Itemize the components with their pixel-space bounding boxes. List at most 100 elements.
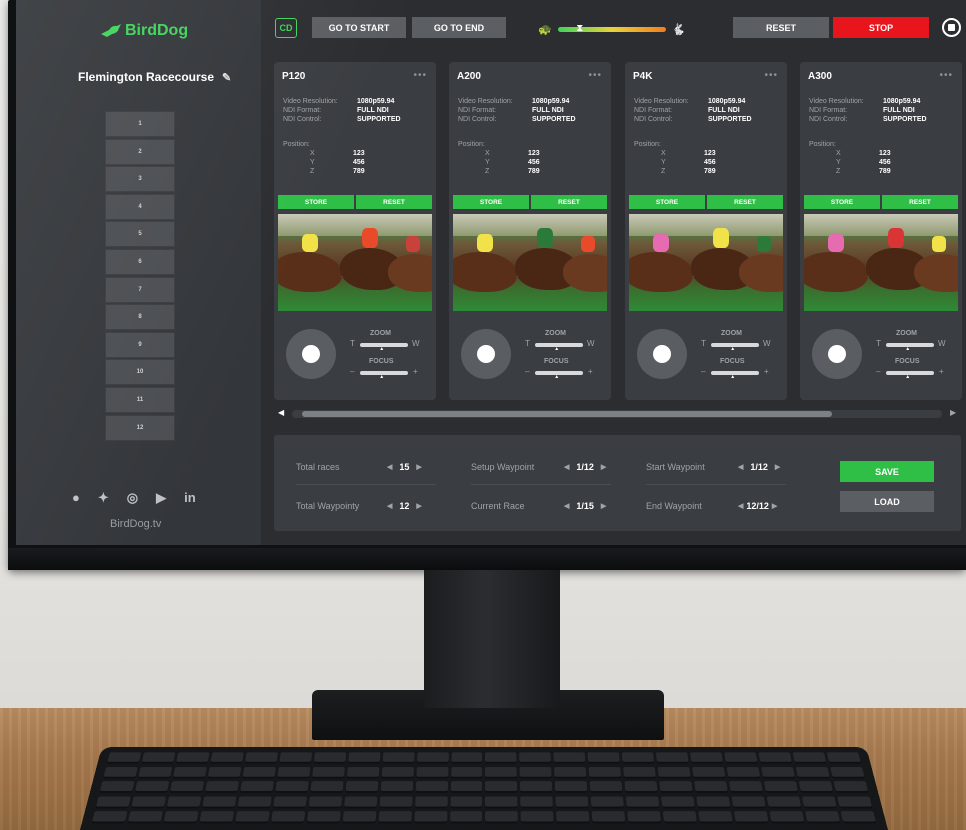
website-link[interactable]: BirdDog.tv xyxy=(110,518,161,530)
more-options-icon[interactable]: ••• xyxy=(413,70,427,81)
pan-tilt-joystick[interactable] xyxy=(461,329,511,379)
start-waypoint-stepper[interactable]: ◀ 1/12 ▶ xyxy=(738,462,780,472)
camera-preview[interactable] xyxy=(453,214,607,311)
preset-button[interactable]: 5 xyxy=(105,221,175,248)
decrement-arrow-icon[interactable]: ◀ xyxy=(738,463,743,471)
preview-jockey xyxy=(362,228,378,248)
focus-plus-label[interactable]: + xyxy=(764,367,769,376)
zoom-slider[interactable] xyxy=(360,343,408,352)
focus-slider[interactable] xyxy=(535,371,583,380)
decrement-arrow-icon[interactable]: ◀ xyxy=(564,502,569,510)
reset-button[interactable]: RESET xyxy=(733,17,829,38)
keyboard-key xyxy=(726,766,761,779)
preset-button[interactable]: 12 xyxy=(105,414,175,441)
keyboard-key xyxy=(234,811,270,824)
focus-minus-label[interactable]: – xyxy=(876,367,880,376)
scrollbar-thumb[interactable] xyxy=(302,411,832,417)
preset-button[interactable]: 4 xyxy=(105,193,175,220)
focus-minus-label[interactable]: – xyxy=(350,367,354,376)
youtube-icon[interactable]: ▶ xyxy=(156,490,166,506)
total-waypoints-stepper[interactable]: ◀ 12 ▶ xyxy=(387,501,422,511)
current-race-stepper[interactable]: ◀ 1/15 ▶ xyxy=(564,501,606,511)
instagram-icon[interactable]: ◎ xyxy=(127,490,138,506)
more-options-icon[interactable]: ••• xyxy=(939,70,953,81)
zoom-slider[interactable] xyxy=(711,343,759,352)
save-button[interactable]: SAVE xyxy=(840,461,934,482)
preview-jockey xyxy=(828,234,844,252)
preview-horse xyxy=(739,254,783,292)
edit-pencil-icon[interactable]: ✎ xyxy=(222,71,231,84)
increment-arrow-icon[interactable]: ▶ xyxy=(601,463,606,471)
store-button[interactable]: STORE xyxy=(278,195,354,209)
end-waypoint-stepper[interactable]: ◀ 12/12 ▶ xyxy=(738,501,777,511)
preset-button[interactable]: 6 xyxy=(105,248,175,275)
reset-position-button[interactable]: RESET xyxy=(882,195,958,209)
preset-button[interactable]: 8 xyxy=(105,304,175,331)
stop-button[interactable]: STOP xyxy=(833,17,929,38)
keyboard-key xyxy=(485,781,518,794)
scroll-right-arrow[interactable]: ▶ xyxy=(950,408,956,417)
pan-tilt-joystick[interactable] xyxy=(286,329,336,379)
camera-preview[interactable] xyxy=(278,214,432,311)
setup-waypoint-stepper[interactable]: ◀ 1/12 ▶ xyxy=(564,462,606,472)
ndi-control-value: SUPPORTED xyxy=(708,116,752,123)
reset-position-button[interactable]: RESET xyxy=(707,195,783,209)
x-value: 123 xyxy=(704,150,716,157)
setup-waypoint-label: Setup Waypoint xyxy=(471,462,535,472)
preset-button[interactable]: 1 xyxy=(105,111,175,137)
reset-position-button[interactable]: RESET xyxy=(356,195,432,209)
increment-arrow-icon[interactable]: ▶ xyxy=(416,502,421,510)
pan-tilt-joystick[interactable] xyxy=(637,329,687,379)
speed-handle[interactable]: ⧗ xyxy=(576,22,583,37)
stop-record-icon[interactable] xyxy=(942,18,961,37)
scroll-left-arrow[interactable]: ◀ xyxy=(278,408,284,417)
pan-tilt-joystick[interactable] xyxy=(812,329,862,379)
speed-slider[interactable]: 🐢 ⧗ 🐇 xyxy=(538,22,698,36)
focus-plus-label[interactable]: + xyxy=(588,367,593,376)
focus-plus-label[interactable]: + xyxy=(413,367,418,376)
focus-slider[interactable] xyxy=(360,371,408,380)
camera-preview[interactable] xyxy=(629,214,783,311)
zoom-slider[interactable] xyxy=(535,343,583,352)
preset-button[interactable]: 11 xyxy=(105,386,175,413)
focus-slider[interactable] xyxy=(711,371,759,380)
decrement-arrow-icon[interactable]: ◀ xyxy=(738,502,743,510)
preset-button[interactable]: 10 xyxy=(105,359,175,386)
preset-button[interactable]: 9 xyxy=(105,331,175,358)
birddog-logo[interactable]: BirdDog xyxy=(100,22,188,40)
focus-plus-label[interactable]: + xyxy=(939,367,944,376)
speed-track[interactable]: ⧗ xyxy=(557,23,666,34)
decrement-arrow-icon[interactable]: ◀ xyxy=(564,463,569,471)
focus-minus-label[interactable]: – xyxy=(701,367,705,376)
preset-button[interactable]: 3 xyxy=(105,166,175,193)
more-options-icon[interactable]: ••• xyxy=(588,70,602,81)
go-to-end-button[interactable]: GO TO END xyxy=(412,17,506,38)
total-races-stepper[interactable]: ◀ 15 ▶ xyxy=(387,462,422,472)
focus-slider[interactable] xyxy=(886,371,934,380)
increment-arrow-icon[interactable]: ▶ xyxy=(416,463,421,471)
camera-preview[interactable] xyxy=(804,214,958,311)
twitter-icon[interactable]: ✦ xyxy=(98,490,109,506)
store-button[interactable]: STORE xyxy=(453,195,529,209)
increment-arrow-icon[interactable]: ▶ xyxy=(601,502,606,510)
more-options-icon[interactable]: ••• xyxy=(764,70,778,81)
store-button[interactable]: STORE xyxy=(629,195,705,209)
go-to-start-button[interactable]: GO TO START xyxy=(312,17,406,38)
load-button[interactable]: LOAD xyxy=(840,491,934,512)
focus-minus-label[interactable]: – xyxy=(525,367,529,376)
linkedin-icon[interactable]: in xyxy=(184,490,196,506)
preset-button[interactable]: 2 xyxy=(105,138,175,165)
preset-button[interactable]: 7 xyxy=(105,276,175,303)
facebook-icon[interactable]: ● xyxy=(72,490,80,506)
decrement-arrow-icon[interactable]: ◀ xyxy=(387,463,392,471)
increment-arrow-icon[interactable]: ▶ xyxy=(775,463,780,471)
cd-badge[interactable]: CD xyxy=(275,18,297,38)
store-button[interactable]: STORE xyxy=(804,195,880,209)
decrement-arrow-icon[interactable]: ◀ xyxy=(387,502,392,510)
increment-arrow-icon[interactable]: ▶ xyxy=(772,502,777,510)
horizontal-scrollbar[interactable] xyxy=(292,410,942,418)
app-screen: BirdDog Flemington Racecourse ✎ 12345678… xyxy=(16,0,966,545)
zoom-slider[interactable] xyxy=(886,343,934,352)
keyboard-key xyxy=(379,796,413,809)
reset-position-button[interactable]: RESET xyxy=(531,195,607,209)
